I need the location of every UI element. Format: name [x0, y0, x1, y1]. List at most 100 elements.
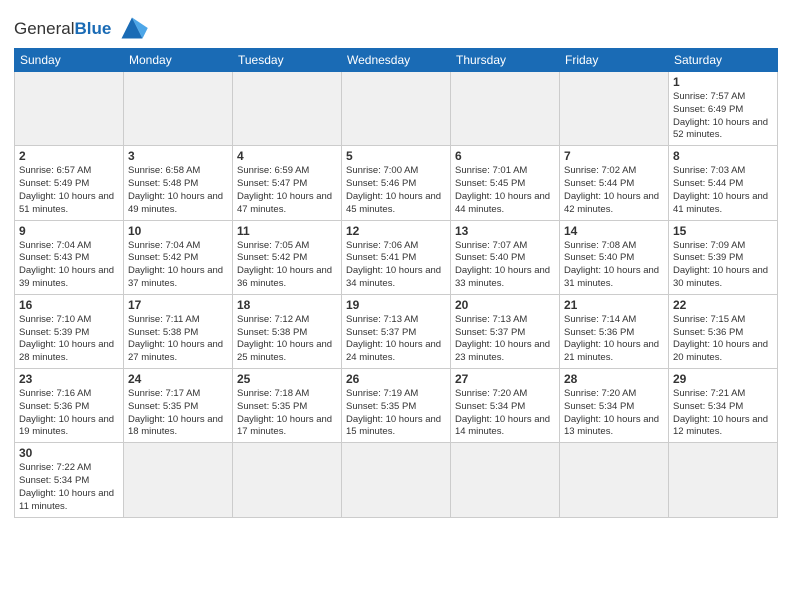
day-number: 28: [564, 372, 664, 386]
logo-icon: [114, 14, 150, 42]
day-info: Sunrise: 7:11 AM Sunset: 5:38 PM Dayligh…: [128, 314, 228, 365]
day-info: Sunrise: 7:18 AM Sunset: 5:35 PM Dayligh…: [237, 388, 337, 439]
calendar-cell: 10Sunrise: 7:04 AM Sunset: 5:42 PM Dayli…: [124, 220, 233, 294]
calendar-cell: [342, 443, 451, 517]
calendar-cell: [233, 443, 342, 517]
day-info: Sunrise: 6:57 AM Sunset: 5:49 PM Dayligh…: [19, 165, 119, 216]
calendar-cell: 5 Sunrise: 7:00 AM Sunset: 5:46 PM Daylig…: [342, 146, 451, 220]
day-info: Sunrise: 7:04 AM Sunset: 5:43 PM Dayligh…: [19, 240, 119, 291]
day-number: 11: [237, 224, 337, 238]
day-info: Sunrise: 7:16 AM Sunset: 5:36 PM Dayligh…: [19, 388, 119, 439]
calendar-cell: 29 Sunrise: 7:21 AM Sunset: 5:34 PM Dayli…: [669, 369, 778, 443]
calendar-cell: 1 Sunrise: 7:57 AM Sunset: 6:49 PM Daylig…: [669, 72, 778, 146]
calendar-cell: 20 Sunrise: 7:13 AM Sunset: 5:37 PM Dayli…: [451, 294, 560, 368]
day-number: 8: [673, 149, 773, 163]
day-number: 25: [237, 372, 337, 386]
calendar-cell: 7Sunrise: 7:02 AM Sunset: 5:44 PM Daylig…: [560, 146, 669, 220]
calendar-cell: 15 Sunrise: 7:09 AM Sunset: 5:39 PM Dayli…: [669, 220, 778, 294]
day-number: 15: [673, 224, 773, 238]
col-header-wednesday: Wednesday: [342, 49, 451, 72]
day-number: 5: [346, 149, 446, 163]
day-info: Sunrise: 7:08 AM Sunset: 5:40 PM Dayligh…: [564, 240, 664, 291]
calendar-cell: [560, 443, 669, 517]
day-number: 12: [346, 224, 446, 238]
day-number: 3: [128, 149, 228, 163]
day-number: 27: [455, 372, 555, 386]
calendar-cell: 27Sunrise: 7:20 AM Sunset: 5:34 PM Dayli…: [451, 369, 560, 443]
calendar-cell: 30 Sunrise: 7:22 AM Sunset: 5:34 PM Dayli…: [15, 443, 124, 517]
day-number: 19: [346, 298, 446, 312]
page: GeneralBlue SundayMondayTuesdayWednesday…: [0, 0, 792, 612]
day-info: Sunrise: 7:21 AM Sunset: 5:34 PM Dayligh…: [673, 388, 773, 439]
day-info: Sunrise: 7:01 AM Sunset: 5:45 PM Dayligh…: [455, 165, 555, 216]
day-info: Sunrise: 7:03 AM Sunset: 5:44 PM Dayligh…: [673, 165, 773, 216]
calendar-cell: 21 Sunrise: 7:14 AM Sunset: 5:36 PM Dayli…: [560, 294, 669, 368]
day-number: 20: [455, 298, 555, 312]
day-info: Sunrise: 7:10 AM Sunset: 5:39 PM Dayligh…: [19, 314, 119, 365]
calendar-cell: 6 Sunrise: 7:01 AM Sunset: 5:45 PM Daylig…: [451, 146, 560, 220]
col-header-tuesday: Tuesday: [233, 49, 342, 72]
day-info: Sunrise: 7:19 AM Sunset: 5:35 PM Dayligh…: [346, 388, 446, 439]
day-number: 26: [346, 372, 446, 386]
logo-general: General: [14, 19, 74, 38]
calendar-cell: [669, 443, 778, 517]
day-number: 6: [455, 149, 555, 163]
header: GeneralBlue: [14, 10, 778, 42]
day-info: Sunrise: 7:12 AM Sunset: 5:38 PM Dayligh…: [237, 314, 337, 365]
calendar-cell: 28Sunrise: 7:20 AM Sunset: 5:34 PM Dayli…: [560, 369, 669, 443]
calendar-table: SundayMondayTuesdayWednesdayThursdayFrid…: [14, 48, 778, 518]
day-number: 18: [237, 298, 337, 312]
col-header-saturday: Saturday: [669, 49, 778, 72]
calendar-cell: 22Sunrise: 7:15 AM Sunset: 5:36 PM Dayli…: [669, 294, 778, 368]
day-number: 14: [564, 224, 664, 238]
day-number: 24: [128, 372, 228, 386]
calendar-cell: 25 Sunrise: 7:18 AM Sunset: 5:35 PM Dayli…: [233, 369, 342, 443]
calendar-cell: 13 Sunrise: 7:07 AM Sunset: 5:40 PM Dayli…: [451, 220, 560, 294]
day-info: Sunrise: 7:07 AM Sunset: 5:40 PM Dayligh…: [455, 240, 555, 291]
day-number: 7: [564, 149, 664, 163]
calendar-cell: [124, 72, 233, 146]
calendar-cell: 17 Sunrise: 7:11 AM Sunset: 5:38 PM Dayli…: [124, 294, 233, 368]
calendar-cell: [342, 72, 451, 146]
day-info: Sunrise: 7:00 AM Sunset: 5:46 PM Dayligh…: [346, 165, 446, 216]
col-header-thursday: Thursday: [451, 49, 560, 72]
calendar-cell: 8 Sunrise: 7:03 AM Sunset: 5:44 PM Daylig…: [669, 146, 778, 220]
day-info: Sunrise: 7:14 AM Sunset: 5:36 PM Dayligh…: [564, 314, 664, 365]
day-number: 30: [19, 446, 119, 460]
calendar-cell: 4 Sunrise: 6:59 AM Sunset: 5:47 PM Daylig…: [233, 146, 342, 220]
day-info: Sunrise: 7:22 AM Sunset: 5:34 PM Dayligh…: [19, 462, 119, 513]
day-info: Sunrise: 6:58 AM Sunset: 5:48 PM Dayligh…: [128, 165, 228, 216]
col-header-sunday: Sunday: [15, 49, 124, 72]
day-number: 1: [673, 75, 773, 89]
col-header-monday: Monday: [124, 49, 233, 72]
day-info: Sunrise: 7:09 AM Sunset: 5:39 PM Dayligh…: [673, 240, 773, 291]
calendar-cell: [124, 443, 233, 517]
day-number: 21: [564, 298, 664, 312]
calendar-cell: [560, 72, 669, 146]
day-info: Sunrise: 7:13 AM Sunset: 5:37 PM Dayligh…: [346, 314, 446, 365]
day-info: Sunrise: 7:13 AM Sunset: 5:37 PM Dayligh…: [455, 314, 555, 365]
calendar-cell: [233, 72, 342, 146]
calendar-cell: 12 Sunrise: 7:06 AM Sunset: 5:41 PM Dayli…: [342, 220, 451, 294]
logo-blue: Blue: [74, 19, 111, 38]
calendar-cell: [15, 72, 124, 146]
calendar-cell: 3 Sunrise: 6:58 AM Sunset: 5:48 PM Daylig…: [124, 146, 233, 220]
day-info: Sunrise: 7:05 AM Sunset: 5:42 PM Dayligh…: [237, 240, 337, 291]
day-info: Sunrise: 7:17 AM Sunset: 5:35 PM Dayligh…: [128, 388, 228, 439]
day-number: 17: [128, 298, 228, 312]
day-number: 4: [237, 149, 337, 163]
calendar-cell: 14 Sunrise: 7:08 AM Sunset: 5:40 PM Dayli…: [560, 220, 669, 294]
calendar-cell: 9 Sunrise: 7:04 AM Sunset: 5:43 PM Daylig…: [15, 220, 124, 294]
calendar-cell: 16Sunrise: 7:10 AM Sunset: 5:39 PM Dayli…: [15, 294, 124, 368]
calendar-cell: 24 Sunrise: 7:17 AM Sunset: 5:35 PM Dayli…: [124, 369, 233, 443]
day-number: 13: [455, 224, 555, 238]
calendar-cell: 18 Sunrise: 7:12 AM Sunset: 5:38 PM Dayli…: [233, 294, 342, 368]
day-info: Sunrise: 7:15 AM Sunset: 5:36 PM Dayligh…: [673, 314, 773, 365]
day-info: Sunrise: 6:59 AM Sunset: 5:47 PM Dayligh…: [237, 165, 337, 216]
day-info: Sunrise: 7:57 AM Sunset: 6:49 PM Dayligh…: [673, 91, 773, 142]
day-number: 23: [19, 372, 119, 386]
day-number: 9: [19, 224, 119, 238]
day-number: 2: [19, 149, 119, 163]
day-number: 29: [673, 372, 773, 386]
day-info: Sunrise: 7:06 AM Sunset: 5:41 PM Dayligh…: [346, 240, 446, 291]
